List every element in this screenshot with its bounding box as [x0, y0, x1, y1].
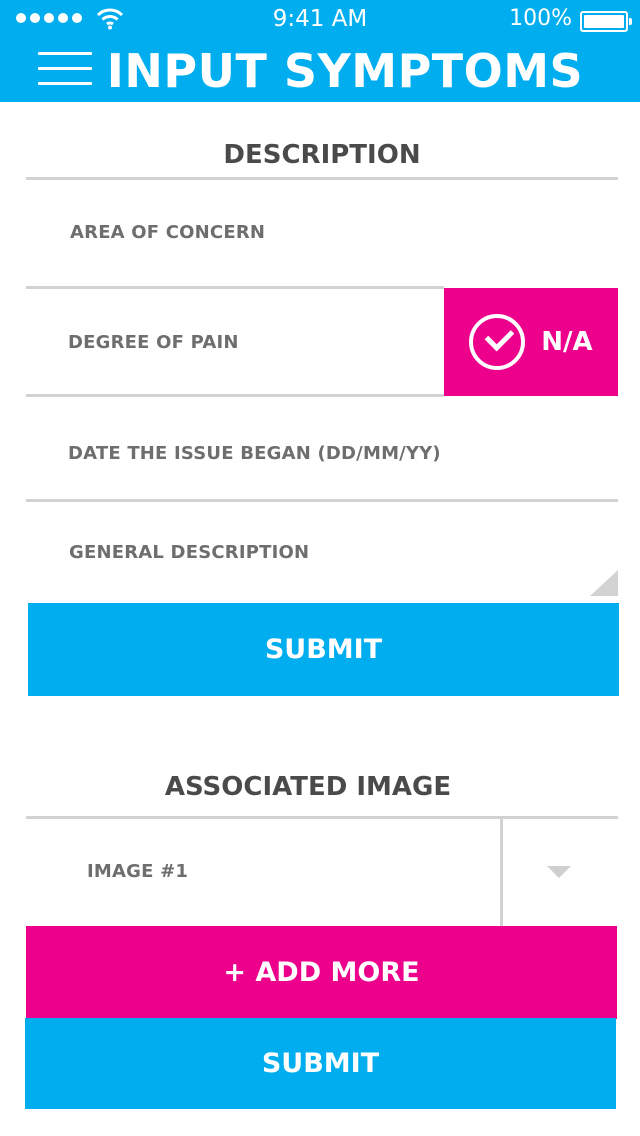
- image-submit-button[interactable]: SUBMIT: [25, 1018, 616, 1109]
- na-label: N/A: [541, 327, 593, 357]
- battery-percent: 100%: [509, 6, 572, 31]
- divider: [26, 499, 618, 502]
- divider: [26, 394, 444, 397]
- status-bar: 9:41 AM 100%: [0, 4, 640, 34]
- header-bar: 9:41 AM 100% INPUT SYMPTOMS: [0, 0, 640, 102]
- chevron-down-icon[interactable]: [547, 866, 571, 878]
- resize-handle-icon[interactable]: [590, 570, 618, 596]
- area-of-concern-field[interactable]: AREA OF CONCERN: [70, 222, 265, 243]
- general-description-textarea[interactable]: GENERAL DESCRIPTION: [69, 542, 309, 563]
- dropdown-divider: [500, 818, 503, 926]
- page-title: INPUT SYMPTOMS: [106, 44, 584, 98]
- na-toggle-button[interactable]: N/A: [444, 288, 618, 396]
- divider: [26, 816, 618, 819]
- description-submit-button[interactable]: SUBMIT: [28, 603, 619, 696]
- add-more-button[interactable]: + ADD MORE: [26, 926, 617, 1019]
- divider: [26, 286, 444, 289]
- degree-of-pain-field[interactable]: DEGREE OF PAIN: [68, 332, 239, 353]
- checkmark-circle-icon: [469, 314, 526, 370]
- image-select[interactable]: IMAGE #1: [87, 861, 188, 882]
- date-began-field[interactable]: DATE THE ISSUE BEGAN (DD/MM/YY): [68, 443, 441, 464]
- description-section-title: DESCRIPTION: [223, 140, 421, 170]
- divider: [26, 177, 618, 180]
- associated-image-section-title: ASSOCIATED IMAGE: [164, 772, 452, 802]
- battery-icon: [580, 11, 632, 32]
